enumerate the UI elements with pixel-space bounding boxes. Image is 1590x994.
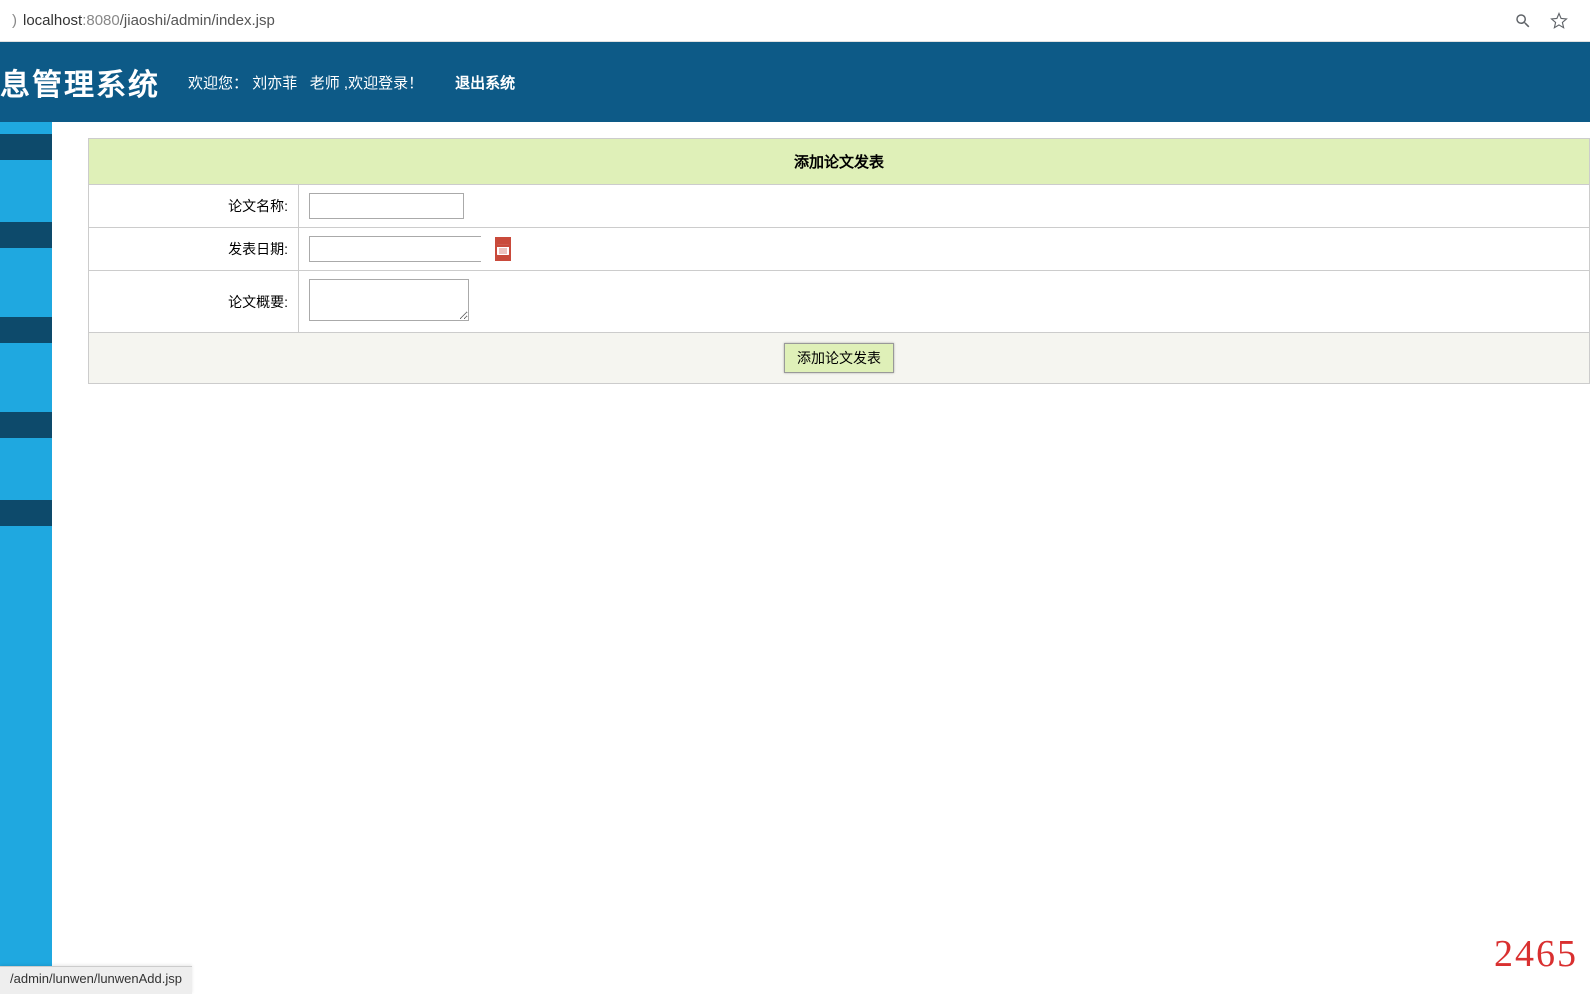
sidebar <box>0 122 52 966</box>
sidebar-item[interactable] <box>0 317 52 343</box>
url-host: localhost <box>23 12 82 29</box>
main-content: 添加论文发表 论文名称: 发表日期: <box>52 122 1590 966</box>
url-port: :8080 <box>82 12 120 29</box>
logout-link[interactable]: 退出系统 <box>455 72 515 93</box>
status-bar: /admin/lunwen/lunwenAdd.jsp <box>0 966 192 994</box>
label-publish-date: 发表日期: <box>89 228 299 271</box>
label-paper-name: 论文名称: <box>89 185 299 228</box>
form-table: 添加论文发表 论文名称: 发表日期: <box>88 138 1590 384</box>
calendar-icon[interactable] <box>495 237 511 261</box>
form-title: 添加论文发表 <box>89 139 1590 185</box>
sidebar-item[interactable] <box>0 222 52 248</box>
input-paper-summary[interactable] <box>309 279 469 321</box>
app-header: 息管理系统 欢迎您： 刘亦菲 老师 ,欢迎登录！ 退出系统 <box>0 42 1590 122</box>
sidebar-item[interactable] <box>0 500 52 526</box>
sidebar-item[interactable] <box>0 412 52 438</box>
input-paper-name[interactable] <box>309 193 464 219</box>
url-display[interactable]: ) localhost:8080/jiaoshi/admin/index.jsp <box>12 12 1514 29</box>
star-icon[interactable] <box>1550 12 1568 30</box>
submit-button[interactable]: 添加论文发表 <box>784 343 894 373</box>
sidebar-item[interactable] <box>0 134 52 160</box>
watermark: 2465 <box>1494 932 1578 976</box>
label-paper-summary: 论文概要: <box>89 271 299 333</box>
input-publish-date[interactable] <box>310 237 495 261</box>
browser-address-bar: ) localhost:8080/jiaoshi/admin/index.jsp <box>0 0 1590 42</box>
search-icon[interactable] <box>1514 12 1532 30</box>
welcome-message: 欢迎您： 刘亦菲 老师 ,欢迎登录！ <box>188 72 423 93</box>
url-path: /jiaoshi/admin/index.jsp <box>120 12 275 29</box>
app-title: 息管理系统 <box>0 60 160 104</box>
date-picker-wrap[interactable] <box>309 236 481 262</box>
